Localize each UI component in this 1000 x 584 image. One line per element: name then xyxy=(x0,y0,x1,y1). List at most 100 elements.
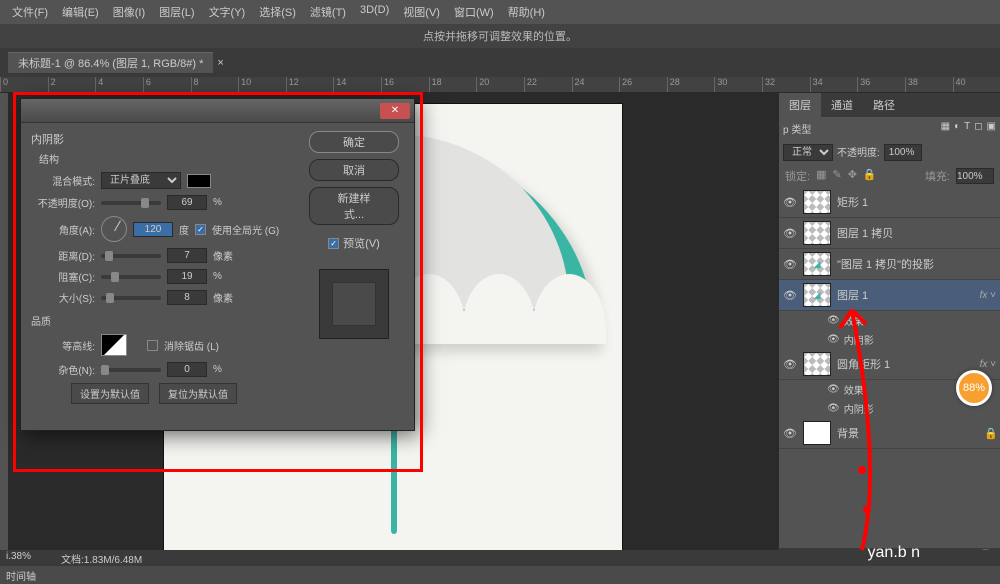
opacity-slider[interactable] xyxy=(101,201,161,205)
filter-pixel-icon[interactable]: ▦ xyxy=(941,121,950,136)
blend-mode-select[interactable]: 正常 xyxy=(783,144,833,161)
layer-thumb xyxy=(803,352,831,376)
fx-badge[interactable]: fx ˅ xyxy=(980,359,996,370)
close-icon[interactable]: ✕ xyxy=(380,103,410,119)
preview-swatch xyxy=(319,269,389,339)
zoom-level[interactable]: i.38% xyxy=(6,551,31,565)
inner-shadow-effect[interactable]: 内阴影 xyxy=(844,401,874,416)
size-slider[interactable] xyxy=(101,296,161,300)
size-input[interactable] xyxy=(167,290,207,305)
lock-pixels-icon[interactable]: ▦ xyxy=(816,168,826,184)
noise-input[interactable] xyxy=(167,362,207,377)
tab-layers[interactable]: 图层 xyxy=(779,93,821,117)
antialias-label: 消除锯齿 (L) xyxy=(164,338,219,353)
color-swatch[interactable] xyxy=(187,174,211,188)
document-tabs: 未标题-1 @ 86.4% (图层 1, RGB/8#) * × xyxy=(0,48,1000,77)
menu-help[interactable]: 帮助(H) xyxy=(502,2,551,22)
distance-slider[interactable] xyxy=(101,254,161,258)
preview-checkbox[interactable]: ✓ xyxy=(328,238,339,249)
choke-input[interactable] xyxy=(167,269,207,284)
angle-dial[interactable] xyxy=(101,216,127,242)
layer-name[interactable]: 背景 xyxy=(837,425,978,441)
visibility-icon[interactable]: 👁 xyxy=(827,315,840,326)
dialog-titlebar[interactable]: ✕ xyxy=(21,99,414,123)
layer-row[interactable]: 👁 背景 🔒 xyxy=(779,418,1000,449)
lock-move-icon[interactable]: ✥ xyxy=(848,168,857,184)
visibility-icon[interactable]: 👁 xyxy=(783,227,797,240)
filter-shape-icon[interactable]: ◻ xyxy=(974,121,982,136)
ruler-tick: 28 xyxy=(667,77,715,92)
layer-row[interactable]: 👁 图层 1 拷贝 xyxy=(779,218,1000,249)
visibility-icon[interactable]: 👁 xyxy=(783,196,797,209)
global-light-checkbox[interactable]: ✓ xyxy=(195,224,206,235)
filter-smart-icon[interactable]: ▣ xyxy=(987,121,996,136)
menu-file[interactable]: 文件(F) xyxy=(6,2,54,22)
ok-button[interactable]: 确定 xyxy=(309,131,399,153)
opacity-input[interactable] xyxy=(167,195,207,210)
ruler-tick: 22 xyxy=(524,77,572,92)
timeline-panel[interactable]: 时间轴 xyxy=(0,566,1000,584)
menu-filter[interactable]: 滤镜(T) xyxy=(304,2,352,22)
distance-input[interactable] xyxy=(167,248,207,263)
menu-edit[interactable]: 编辑(E) xyxy=(56,2,105,22)
lock-all-icon[interactable]: 🔒 xyxy=(863,168,877,184)
menu-3d[interactable]: 3D(D) xyxy=(354,2,395,22)
layer-name[interactable]: "图层 1 拷贝"的投影 xyxy=(837,256,996,272)
inner-shadow-effect[interactable]: 内阴影 xyxy=(844,332,874,347)
visibility-icon[interactable]: 👁 xyxy=(827,334,840,345)
corner-watermark: yan.b n xyxy=(868,544,920,562)
visibility-icon[interactable]: 👁 xyxy=(827,403,840,414)
layer-name[interactable]: 矩形 1 xyxy=(837,194,996,210)
layer-effect-row[interactable]: 👁 内阴影 xyxy=(779,330,1000,349)
menu-window[interactable]: 窗口(W) xyxy=(448,2,500,22)
layer-thumb xyxy=(803,190,831,214)
visibility-icon[interactable]: 👁 xyxy=(827,384,840,395)
kind-filter[interactable]: p 类型 xyxy=(783,121,811,136)
layer-name[interactable]: 图层 1 拷贝 xyxy=(837,225,996,241)
angle-label: 角度(A): xyxy=(31,222,95,237)
tab-close-icon[interactable]: × xyxy=(213,57,227,69)
fill-input[interactable] xyxy=(956,168,994,184)
new-style-button[interactable]: 新建样式... xyxy=(309,187,399,225)
size-label: 大小(S): xyxy=(31,290,95,305)
menu-type[interactable]: 文字(Y) xyxy=(203,2,252,22)
reset-default-button[interactable]: 复位为默认值 xyxy=(159,383,237,404)
tab-paths[interactable]: 路径 xyxy=(863,93,905,117)
visibility-icon[interactable]: 👁 xyxy=(783,258,797,271)
angle-input[interactable] xyxy=(133,222,173,237)
menu-view[interactable]: 视图(V) xyxy=(397,2,446,22)
visibility-icon[interactable]: 👁 xyxy=(783,289,797,302)
tab-channels[interactable]: 通道 xyxy=(821,93,863,117)
menu-layer[interactable]: 图层(L) xyxy=(153,2,200,22)
layer-row[interactable]: 👁 矩形 1 xyxy=(779,187,1000,218)
noise-slider[interactable] xyxy=(101,368,161,372)
filter-adjust-icon[interactable]: ◐ xyxy=(954,121,960,136)
filter-type-icon[interactable]: T xyxy=(964,121,970,136)
make-default-button[interactable]: 设置为默认值 xyxy=(71,383,149,404)
layer-effect-row[interactable]: 👁 效果 xyxy=(779,311,1000,330)
layer-row-selected[interactable]: 👁 ◢ 图层 1 fx ˅ xyxy=(779,280,1000,311)
document-tab[interactable]: 未标题-1 @ 86.4% (图层 1, RGB/8#) * xyxy=(8,52,213,73)
layers-panel: 图层 通道 路径 p 类型 ▦ ◐ T ◻ ▣ 正常 不透明度: 锁定: ▦ ✎… xyxy=(778,93,1000,573)
fx-badge[interactable]: fx ˅ xyxy=(980,290,996,301)
layer-row[interactable]: 👁 ◢ "图层 1 拷贝"的投影 xyxy=(779,249,1000,280)
ruler-tick: 38 xyxy=(905,77,953,92)
ruler-tick: 30 xyxy=(714,77,762,92)
effects-label: 效果 xyxy=(844,313,864,328)
dialog-title: 内阴影 xyxy=(31,131,294,147)
section-structure: 结构 xyxy=(39,151,294,166)
lock-brush-icon[interactable]: ✎ xyxy=(832,168,841,184)
opacity-input[interactable] xyxy=(884,144,922,161)
choke-slider[interactable] xyxy=(101,275,161,279)
layer-name[interactable]: 图层 1 xyxy=(837,287,974,303)
antialias-checkbox[interactable] xyxy=(147,340,158,351)
layer-name[interactable]: 圆角矩形 1 xyxy=(837,356,974,372)
visibility-icon[interactable]: 👁 xyxy=(783,427,797,440)
blend-mode-select[interactable]: 正片叠底 xyxy=(101,172,181,189)
visibility-icon[interactable]: 👁 xyxy=(783,358,797,371)
menu-select[interactable]: 选择(S) xyxy=(253,2,302,22)
cancel-button[interactable]: 取消 xyxy=(309,159,399,181)
panel-tabs: 图层 通道 路径 xyxy=(779,93,1000,117)
menu-image[interactable]: 图像(I) xyxy=(107,2,151,22)
contour-picker[interactable] xyxy=(101,334,127,356)
